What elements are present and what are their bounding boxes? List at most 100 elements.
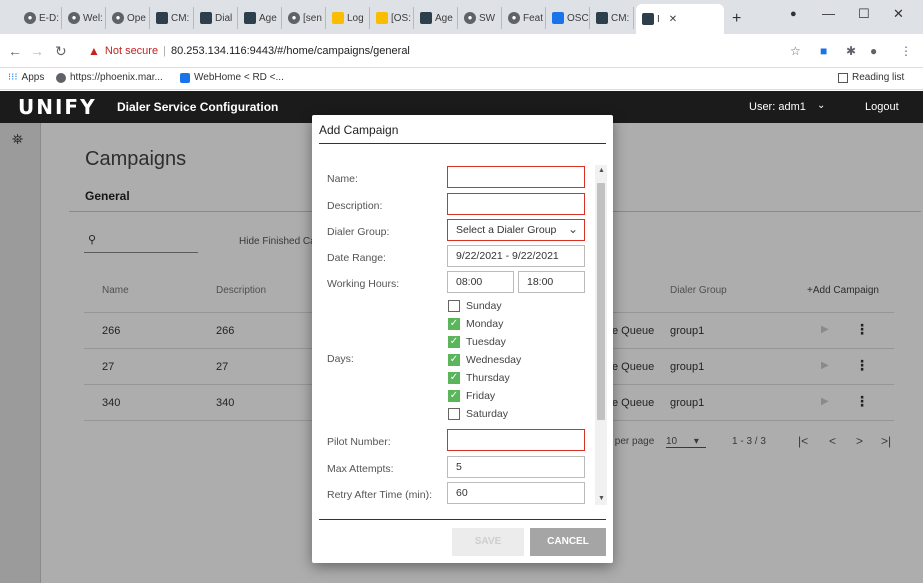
- retry-after-field[interactable]: 60: [447, 482, 585, 504]
- browser-tab[interactable]: CM:: [150, 7, 194, 29]
- dialer-group-select[interactable]: Select a Dialer Group ⌄: [447, 219, 585, 241]
- name-label: Name:: [327, 173, 358, 185]
- checkbox-unchecked-icon: [448, 300, 460, 312]
- days-label: Days:: [327, 353, 354, 365]
- browser-tab[interactable]: Log: [326, 7, 370, 29]
- checkbox-checked-icon: ✓: [448, 336, 460, 348]
- browser-tab[interactable]: ● Wel:: [62, 7, 106, 29]
- date-range-label: Date Range:: [327, 252, 386, 264]
- browser-tab[interactable]: Age: [238, 7, 282, 29]
- app-icon: [420, 12, 432, 24]
- browser-tab[interactable]: ● Feat: [502, 7, 546, 29]
- checkbox-checked-icon: ✓: [448, 354, 460, 366]
- dialer-group-label: Dialer Group:: [327, 226, 390, 238]
- scroll-up-icon[interactable]: ▲: [598, 167, 605, 174]
- max-attempts-label: Max Attempts:: [327, 463, 394, 475]
- day-checkbox-sunday[interactable]: Sunday: [448, 300, 502, 312]
- checkbox-unchecked-icon: [448, 408, 460, 420]
- app-icon: [642, 13, 654, 25]
- globe-icon: ●: [288, 12, 300, 24]
- day-checkbox-wednesday[interactable]: ✓ Wednesday: [448, 354, 521, 366]
- bookmark-apps[interactable]: ⁝⁝⁝ Apps: [8, 72, 44, 83]
- pilot-number-field[interactable]: [447, 429, 585, 451]
- checkbox-checked-icon: ✓: [448, 372, 460, 384]
- day-checkbox-saturday[interactable]: Saturday: [448, 408, 508, 420]
- description-label: Description:: [327, 200, 383, 212]
- apps-grid-icon: ⁝⁝⁝: [8, 72, 18, 83]
- add-campaign-dialog: Add Campaign Name: Description: Dialer G…: [312, 115, 613, 563]
- star-icon[interactable]: ☆: [790, 44, 801, 58]
- app-icon: [200, 12, 212, 24]
- bookmark-icon: [180, 72, 190, 83]
- working-hours-start[interactable]: 08:00: [447, 271, 514, 293]
- browser-tab[interactable]: [OS:: [370, 7, 414, 29]
- browser-tab[interactable]: Age: [414, 7, 458, 29]
- cancel-button[interactable]: CANCEL: [530, 528, 606, 556]
- day-checkbox-monday[interactable]: ✓ Monday: [448, 318, 503, 330]
- back-icon[interactable]: ←: [8, 43, 22, 59]
- dialog-form: Name: Description: Dialer Group: Select …: [312, 145, 613, 505]
- app-icon: [332, 12, 344, 24]
- working-hours-end[interactable]: 18:00: [518, 271, 585, 293]
- day-checkbox-friday[interactable]: ✓ Friday: [448, 390, 495, 402]
- day-checkbox-tuesday[interactable]: ✓ Tuesday: [448, 336, 506, 348]
- browser-tab[interactable]: ● E-D:: [18, 7, 62, 29]
- puzzle-icon[interactable]: ✱: [846, 44, 856, 58]
- description-field[interactable]: [447, 193, 585, 215]
- app-icon: [596, 12, 608, 24]
- user-menu[interactable]: User: adm1: [749, 101, 806, 113]
- bookmark-phoenix[interactable]: https://phoenix.mar...: [56, 72, 163, 83]
- save-button[interactable]: SAVE: [452, 528, 524, 556]
- globe-icon: [56, 72, 66, 83]
- bookmarks-bar: ⁝⁝⁝ Apps https://phoenix.mar... WebHome <…: [0, 68, 923, 90]
- profile-icon[interactable]: ●: [790, 8, 797, 20]
- browser-tab[interactable]: ● Ope: [106, 7, 150, 29]
- chevron-down-icon[interactable]: ⌄: [817, 100, 825, 111]
- extension-icon[interactable]: ■: [820, 44, 827, 58]
- dialog-title: Add Campaign: [319, 123, 399, 137]
- close-window-button[interactable]: ✕: [893, 6, 904, 22]
- maximize-button[interactable]: ☐: [858, 6, 870, 22]
- reading-list-button[interactable]: Reading list: [838, 72, 904, 83]
- retry-after-label: Retry After Time (min):: [327, 489, 433, 501]
- logout-link[interactable]: Logout: [865, 101, 899, 113]
- browser-tab-active[interactable]: I ✕: [636, 4, 724, 34]
- reload-icon[interactable]: ↻: [55, 43, 67, 60]
- name-field[interactable]: [447, 166, 585, 188]
- scrollbar-thumb[interactable]: [597, 183, 605, 420]
- app-icon: [552, 12, 564, 24]
- minimize-button[interactable]: —: [822, 6, 835, 21]
- divider: [319, 519, 606, 520]
- browser-tab[interactable]: OSC: [546, 7, 590, 29]
- browser-tab[interactable]: CM:: [590, 7, 634, 29]
- address-bar: ← → ↻ ▲ Not secure | 80.253.134.116:9443…: [0, 34, 923, 68]
- app-title: Dialer Service Configuration: [117, 100, 279, 114]
- bookmark-webhome[interactable]: WebHome < RD <...: [180, 72, 284, 83]
- date-range-field[interactable]: 9/22/2021 - 9/22/2021: [447, 245, 585, 267]
- chevron-down-icon: ⌄: [567, 222, 578, 236]
- checkbox-checked-icon: ✓: [448, 390, 460, 402]
- pilot-number-label: Pilot Number:: [327, 436, 391, 448]
- scroll-down-icon[interactable]: ▼: [598, 495, 605, 502]
- browser-tab[interactable]: Dial: [194, 7, 238, 29]
- omnibox[interactable]: ▲ Not secure | 80.253.134.116:9443/#/hom…: [88, 41, 748, 61]
- max-attempts-field[interactable]: 5: [447, 456, 585, 478]
- unify-logo: UNIFY: [18, 95, 97, 119]
- browser-tab[interactable]: ● [sen: [282, 7, 326, 29]
- forward-icon[interactable]: →: [30, 43, 44, 59]
- menu-icon[interactable]: ⋮: [900, 44, 912, 58]
- browser-tab[interactable]: ● SW: [458, 7, 502, 29]
- globe-icon: ●: [508, 12, 520, 24]
- warning-icon: ▲: [88, 44, 100, 58]
- working-hours-label: Working Hours:: [327, 278, 400, 290]
- account-icon[interactable]: ●: [870, 44, 877, 58]
- close-tab-icon[interactable]: ✕: [669, 14, 677, 25]
- globe-icon: ●: [112, 12, 124, 24]
- app-icon: [156, 12, 168, 24]
- dialog-scrollbar[interactable]: ▲ ▼: [595, 165, 607, 505]
- new-tab-button[interactable]: +: [732, 10, 741, 28]
- globe-icon: ●: [24, 12, 36, 24]
- browser-tabstrip: ● E-D: ● Wel: ● Ope CM: Dial Age ● [sen Log …: [0, 0, 923, 34]
- day-checkbox-thursday[interactable]: ✓ Thursday: [448, 372, 510, 384]
- globe-icon: ●: [68, 12, 80, 24]
